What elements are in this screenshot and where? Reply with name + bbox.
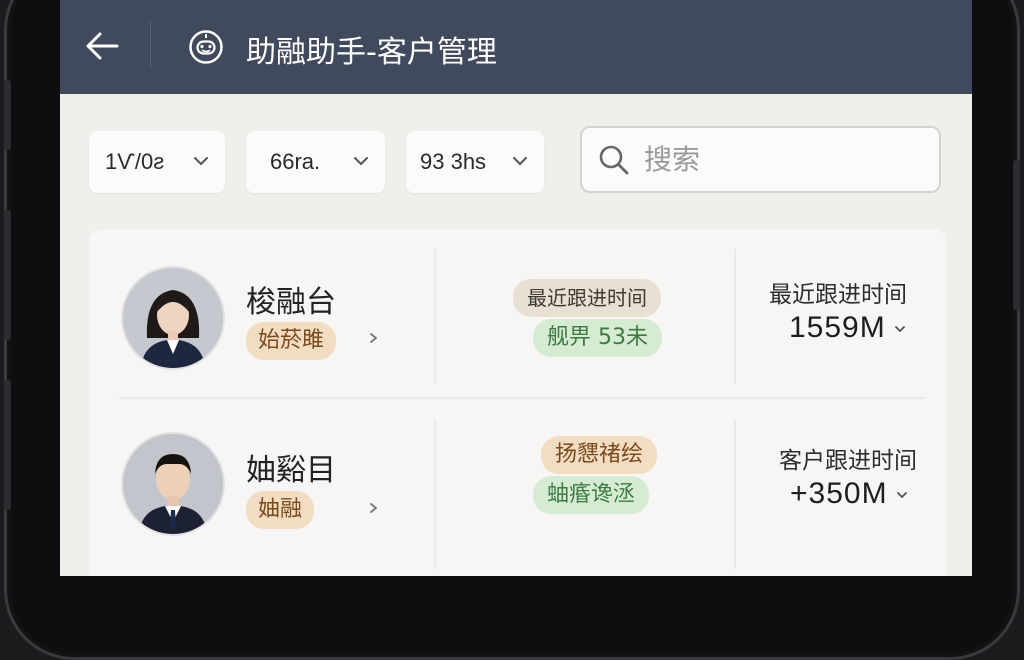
side-button: [1013, 160, 1020, 310]
side-button: [4, 80, 11, 150]
customer-tag: 妯融: [246, 491, 315, 529]
robot-face-icon: [189, 30, 223, 64]
filter-dropdown-2[interactable]: 66ra.: [246, 131, 385, 193]
avatar: [121, 432, 225, 536]
follow-up-value[interactable]: 1559M: [789, 311, 906, 345]
filter-label: 93 3hs: [420, 149, 487, 174]
chevron-down-icon: [194, 157, 208, 165]
app-header: 助融助手-客户管理: [60, 0, 972, 94]
search-box[interactable]: [580, 126, 941, 193]
search-input[interactable]: [642, 142, 906, 177]
follow-up-label: 客户跟进时间: [779, 448, 917, 474]
customer-name: 妯谿目: [246, 453, 336, 488]
side-button: [4, 380, 11, 510]
chevron-down-icon: [513, 157, 527, 165]
customer-list: 梭融台 始菸雎 最近跟进时间 舰畀 53未 最近跟进时间 1559M 妯谿目 妯…: [89, 229, 946, 576]
filter-label: 66ra.: [270, 149, 321, 174]
customer-row[interactable]: 梭融台 始菸雎 最近跟进时间 舰畀 53未 最近跟进时间 1559M: [89, 229, 946, 395]
customer-tag: 始菸雎: [246, 322, 337, 360]
chevron-down-icon: [354, 157, 368, 165]
chevron-right-icon: [370, 503, 378, 513]
caret-down-icon: [896, 492, 907, 499]
arrow-left-icon: [86, 32, 119, 60]
status-tag-green: 蚰痻谗洆: [533, 476, 650, 514]
customer-name: 梭融台: [246, 285, 336, 320]
follow-up-value[interactable]: +350M: [790, 477, 908, 511]
status-tag: 扬㦟禇绘: [541, 436, 658, 474]
page-title: 助融助手-客户管理: [246, 35, 497, 70]
side-button: [4, 210, 11, 340]
status-tag-green: 舰畀 53未: [533, 319, 662, 357]
filter-dropdown-1[interactable]: 1Ѵ/0ƨ: [89, 131, 225, 193]
follow-up-value-text: 1559M: [789, 311, 886, 344]
chevron-right-icon: [370, 333, 378, 343]
status-tag: 最近跟进时间: [513, 279, 661, 317]
filter-label: 1Ѵ/0ƨ: [105, 149, 165, 174]
follow-up-value-text: +350M: [790, 477, 888, 510]
header-divider: [150, 22, 151, 68]
follow-up-label: 最近跟进时间: [769, 282, 907, 308]
search-icon: [599, 145, 629, 174]
caret-down-icon: [894, 326, 905, 333]
avatar: [121, 266, 225, 370]
app-screen: 助融助手-客户管理 1Ѵ/0ƨ 66ra. 93 3hs 搜索 梭融台 始菸雎 …: [60, 0, 972, 576]
filter-dropdown-3[interactable]: 93 3hs: [406, 131, 544, 193]
customer-row[interactable]: 妯谿目 妯融 扬㦟禇绘 蚰痻谗洆 客户跟进时间 +350M: [89, 399, 946, 565]
back-button[interactable]: [82, 26, 122, 66]
